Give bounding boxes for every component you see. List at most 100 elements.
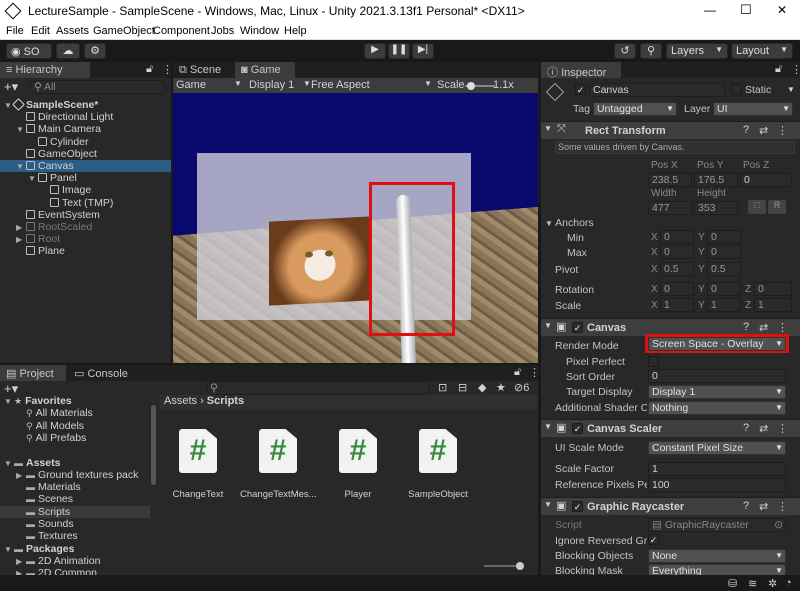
sort-order-field[interactable]: 0 [648,369,786,383]
script-asset[interactable]: # Player [320,429,396,500]
project-tree-row[interactable]: ▬ Textures [0,530,150,542]
hierarchy-row[interactable]: ▶ RootScaled [0,221,171,233]
hidden-icon[interactable]: ⊘6 [514,381,529,394]
ui-scale-mode-dropdown[interactable]: Constant Pixel Size ▼ [648,441,786,455]
hierarchy-row[interactable]: ▼ SampleScene* [0,98,171,112]
script-asset[interactable]: # ChangeTextMes... [240,429,316,500]
project-tree-row[interactable]: ⚲ All Models [0,420,150,432]
breadcrumb-scripts[interactable]: Scripts [207,395,244,407]
preset-icon[interactable]: ⇄ [759,124,768,137]
posz-field[interactable]: 0 [740,173,792,187]
more-icon[interactable]: ⋮ [777,422,788,435]
project-search-input[interactable]: ⚲ [206,381,430,395]
static-checkbox[interactable] [731,84,742,95]
more-icon[interactable]: ⋮ [777,321,788,334]
scale-y-field[interactable]: 1 [707,298,741,312]
project-tree-row[interactable]: ▼ ★ Favorites [0,395,150,407]
reference-ppu-field[interactable]: 100 [648,478,786,492]
favorite-icon[interactable]: ★ [496,381,506,394]
menu-jobs[interactable]: Jobs [211,25,234,37]
blocking-mask-dropdown[interactable]: Everything ▼ [648,564,786,575]
tag-dropdown[interactable]: Untagged ▼ [593,102,677,116]
script-asset[interactable]: # ChangeText [160,429,236,500]
expand-arrow-icon[interactable]: ▼ [4,396,14,408]
canvas-scaler-header[interactable]: ▼ ▣ ✓ Canvas Scaler ? ⇄ ⋮ [541,419,800,437]
pause-button[interactable]: ❚❚ [388,43,410,59]
project-tree-row[interactable]: ▬ Materials [0,481,150,493]
raw-edit-button[interactable]: R [768,200,786,214]
expand-arrow-icon[interactable]: ▶ [16,470,26,482]
menu-window[interactable]: Window [240,25,279,37]
expand-arrow-icon[interactable]: ▼ [4,458,14,470]
lock-icon[interactable]: 🔓︎ [146,63,153,76]
script-asset[interactable]: # SampleObject [400,429,476,500]
raycaster-enabled-checkbox[interactable]: ✓ [572,501,583,512]
render-mode-dropdown[interactable]: Screen Space - Overlay ▼ [648,337,786,351]
more-icon[interactable]: ⋮ [777,500,788,513]
hierarchy-row[interactable]: Directional Light [0,111,171,123]
help-icon[interactable]: ? [743,321,749,333]
hierarchy-row[interactable]: ▼ Main Camera [0,123,171,135]
scale-x-field[interactable]: 1 [660,298,694,312]
menu-component[interactable]: Component [153,25,210,37]
more-icon[interactable]: ⋮ [162,63,173,76]
project-tree-row[interactable]: ⚲ All Prefabs [0,432,150,444]
project-tree-row[interactable]: ▬ Scripts [0,505,150,518]
height-field[interactable]: 353 [694,201,738,215]
play-button[interactable]: ▶ [364,43,386,59]
hierarchy-row[interactable]: Image [0,184,171,196]
tab-inspector[interactable]: ⓘ Inspector [541,62,621,79]
anchor-max-x-field[interactable]: 0 [660,245,694,259]
game-view[interactable] [173,93,538,363]
target-display-dropdown[interactable]: Display 1 ▼ [648,385,786,399]
tab-game[interactable]: ◙ Game [235,62,295,78]
preset-icon[interactable]: ⇄ [759,422,768,435]
menu-assets[interactable]: Assets [56,25,89,37]
menu-edit[interactable]: Edit [31,25,50,37]
project-tree-row[interactable]: ▼ ▬ Packages [0,543,150,555]
tag-icon[interactable]: ◆ [478,381,486,394]
object-name-input[interactable]: Canvas [589,83,725,97]
display-dropdown[interactable]: Display 1 ▼ [249,79,309,91]
menu-gameobject[interactable]: GameObject [93,25,155,37]
project-tree-row[interactable]: ▬ Sounds [0,518,150,530]
ignore-reversed-checkbox[interactable]: ✓ [648,534,659,545]
expand-arrow-icon[interactable]: ▼ [4,544,14,556]
layout-dropdown[interactable]: Layout ▼ [731,43,793,59]
slider-thumb[interactable] [516,562,524,570]
preset-icon[interactable]: ⇄ [759,500,768,513]
collab-button[interactable]: ⚙ [84,43,106,59]
blocking-objects-dropdown[interactable]: None ▼ [648,549,786,563]
anchor-min-y-field[interactable]: 0 [707,230,741,244]
graphic-raycaster-header[interactable]: ▼ ▣ ✓ Graphic Raycaster ? ⇄ ⋮ [541,497,800,515]
expand-arrow-icon[interactable]: ▼ [16,124,26,136]
rotation-x-field[interactable]: 0 [660,282,694,296]
rect-transform-header[interactable]: ▼ ⤧ Rect Transform ? ⇄ ⋮ [541,121,800,139]
maximize-button[interactable]: ☐ [740,2,752,18]
hierarchy-row[interactable]: ▶ Root [0,233,171,245]
posy-field[interactable]: 176.5 [694,173,738,187]
more-icon[interactable]: ⋮ [529,366,540,379]
posx-field[interactable]: 238.5 [648,173,692,187]
tab-project[interactable]: ▤ Project [0,365,66,381]
filter-type-icon[interactable]: ⊡ [438,381,447,394]
tab-scene[interactable]: ⧉ Scene [173,62,233,78]
project-tree-row[interactable]: ▬ Scenes [0,493,150,505]
project-tree-row[interactable]: ▶ ▬ Ground textures pack [0,469,150,481]
pixel-perfect-checkbox[interactable] [648,356,659,367]
rotation-y-field[interactable]: 0 [707,282,741,296]
hierarchy-row[interactable]: ▼ Canvas [0,160,171,172]
history-button[interactable]: ↺ [614,43,636,59]
canvas-enabled-checkbox[interactable]: ✓ [572,322,583,333]
create-button[interactable]: +▾ [4,79,18,95]
lock-icon[interactable]: 🔓︎ [775,63,782,76]
breadcrumb-assets[interactable]: Assets [164,395,197,407]
lock-icon[interactable]: 🔓︎ [514,366,521,379]
blueprint-button[interactable]: ⬚ [748,200,766,214]
scale-factor-field[interactable]: 1 [648,462,786,476]
pivot-x-field[interactable]: 0.5 [660,262,694,276]
expand-arrow-icon[interactable]: ▼ [4,100,14,112]
progress-icon[interactable]: ◔ [785,577,792,589]
expand-arrow-icon[interactable]: ▼ [28,173,38,185]
shader-channels-dropdown[interactable]: Nothing ▼ [648,401,786,415]
